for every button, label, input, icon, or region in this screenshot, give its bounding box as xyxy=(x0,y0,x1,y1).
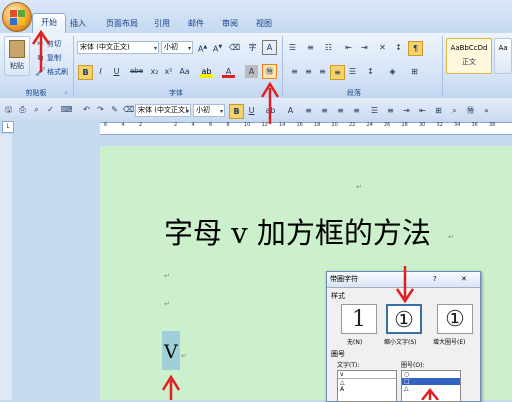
arrow-to-enclose-button xyxy=(260,81,280,124)
arrow-to-selected-char xyxy=(161,374,181,400)
arrow-to-home-tab xyxy=(31,29,51,72)
arrow-to-circle-list xyxy=(421,387,439,400)
arrow-to-shrink-style xyxy=(395,266,415,304)
annotation-arrows xyxy=(31,29,439,400)
